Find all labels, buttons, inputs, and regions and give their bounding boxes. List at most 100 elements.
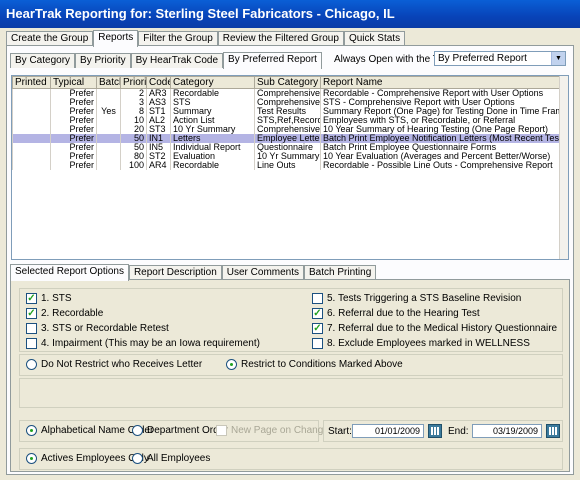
checkbox[interactable] <box>216 425 227 436</box>
table-row[interactable]: Prefer 50 IN1 Letters Employee Letter Batch P… <box>12 134 561 143</box>
col-code[interactable]: Code <box>146 76 171 89</box>
table-cell: Questionnaire <box>254 143 321 152</box>
table-cell: AL2 <box>146 116 171 125</box>
grid-scrollbar[interactable] <box>559 76 568 259</box>
active-employees-radio[interactable]: Actives Employees Only <box>26 453 149 464</box>
table-cell: Comprehensive <box>254 98 321 107</box>
col-priority[interactable]: Priority <box>120 76 147 89</box>
tab-selected-report-options[interactable]: Selected Report Options <box>10 264 129 281</box>
option-2[interactable]: ✓ 2. Recordable <box>26 308 103 319</box>
table-row[interactable]: Prefer 20 ST3 10 Yr Summary Comprehensive 10 … <box>12 125 561 134</box>
table-cell: Prefer <box>50 88 97 98</box>
option-3[interactable]: 3. STS or Recordable Retest <box>26 323 169 334</box>
table-cell <box>12 116 51 125</box>
tab-by-preferred-report[interactable]: By Preferred Report <box>223 52 322 69</box>
option-8[interactable]: 8. Exclude Employees marked in WELLNESS <box>312 338 530 349</box>
table-cell: Prefer <box>50 134 97 143</box>
checkbox-6[interactable]: ✓ <box>312 308 323 319</box>
radio-button[interactable] <box>26 453 37 464</box>
lower-tabs: Selected Report Options Report Descripti… <box>10 264 377 281</box>
checkbox-3[interactable] <box>26 323 37 334</box>
tab-by-heartrak-code[interactable]: By HearTrak Code <box>130 53 224 68</box>
table-cell: Prefer <box>50 107 97 116</box>
col-printed[interactable]: Printed <box>12 76 51 89</box>
col-report-name[interactable]: Report Name <box>320 76 561 89</box>
start-label: Start: <box>328 426 352 437</box>
calendar-icon[interactable] <box>428 424 442 438</box>
table-row[interactable]: Prefer 50 IN5 Individual Report Questionnair… <box>12 143 561 152</box>
tab-by-category[interactable]: By Category <box>10 53 76 68</box>
tab-reports[interactable]: Reports <box>93 30 139 47</box>
report-grid[interactable]: Printed Typical Batch Priority Code Cate… <box>11 75 569 260</box>
table-cell <box>12 88 51 98</box>
table-cell <box>96 88 121 98</box>
radio-button[interactable] <box>132 425 143 436</box>
new-page-checkbox[interactable]: New Page on Change <box>216 425 329 436</box>
table-cell: Prefer <box>50 143 97 152</box>
table-cell: 20 <box>120 125 147 134</box>
col-sub-category[interactable]: Sub Category <box>254 76 321 89</box>
radio-button[interactable] <box>26 359 37 370</box>
always-open-select[interactable]: By Preferred Report ▼ <box>434 51 566 66</box>
table-cell: STS,Ref,Record <box>254 116 321 125</box>
table-cell: AS3 <box>146 98 171 107</box>
report-tabs: By Category By Priority By HearTrak Code… <box>10 52 322 69</box>
tab-user-comments[interactable]: User Comments <box>221 265 305 280</box>
table-row[interactable]: Prefer 80 ST2 Evaluation 10 Yr Summary 10 Yea… <box>12 152 561 161</box>
tab-batch-printing[interactable]: Batch Printing <box>304 265 377 280</box>
table-cell <box>96 125 121 134</box>
checkbox-5[interactable] <box>312 293 323 304</box>
tab-report-description[interactable]: Report Description <box>128 265 222 280</box>
option-6[interactable]: ✓ 6. Referral due to the Hearing Test <box>312 308 480 319</box>
table-row[interactable]: Prefer 2 AR3 Recordable Comprehensive Recorda… <box>12 88 561 98</box>
table-row[interactable]: Prefer 100 AR4 Recordable Line Outs Recordabl… <box>12 161 561 170</box>
table-cell: Prefer <box>50 98 97 107</box>
table-cell: 80 <box>120 152 147 161</box>
table-row[interactable]: Prefer Yes 8 ST1 Summary Test Results Summary … <box>12 107 561 116</box>
tab-create-the-group[interactable]: Create the Group <box>6 31 94 46</box>
table-cell: ST2 <box>146 152 171 161</box>
calendar-icon[interactable] <box>546 424 560 438</box>
conditions-group: ✓ 1. STS ✓ 2. Recordable 3. STS or Recorda… <box>19 288 563 352</box>
col-batch[interactable]: Batch <box>96 76 121 89</box>
order-group: Alphabetical Name Order Department Order… <box>19 420 329 442</box>
table-cell: ST3 <box>146 125 171 134</box>
table-row[interactable]: Prefer 10 AL2 Action List STS,Ref,Record Empl… <box>12 116 561 125</box>
tab-review-filtered-group[interactable]: Review the Filtered Group <box>217 31 344 46</box>
radio-button[interactable] <box>26 425 37 436</box>
tab-by-priority[interactable]: By Priority <box>75 53 131 68</box>
all-employees-radio[interactable]: All Employees <box>132 453 210 464</box>
table-cell: Employees with STS, or Recordable, or Re… <box>320 116 561 125</box>
checkbox-1[interactable]: ✓ <box>26 293 37 304</box>
checkbox-2[interactable]: ✓ <box>26 308 37 319</box>
no-restrict-radio[interactable]: Do Not Restrict who Receives Letter <box>26 359 202 370</box>
table-cell <box>12 107 51 116</box>
department-order-radio[interactable]: Department Order <box>132 425 228 436</box>
checkbox-4[interactable] <box>26 338 37 349</box>
option-4[interactable]: 4. Impairment (This may be an Iowa requi… <box>26 338 260 349</box>
tab-quick-stats[interactable]: Quick Stats <box>343 31 406 46</box>
chevron-down-icon[interactable]: ▼ <box>551 52 565 65</box>
table-cell: AR4 <box>146 161 171 170</box>
tab-filter-the-group[interactable]: Filter the Group <box>138 31 218 46</box>
table-row[interactable]: Prefer 3 AS3 STS Comprehensive STS - Comprehe… <box>12 98 561 107</box>
radio-button[interactable] <box>226 359 237 370</box>
table-cell: 100 <box>120 161 147 170</box>
date-group: Start: 01/01/2009 End: 03/19/2009 <box>323 420 563 442</box>
checkbox-7[interactable]: ✓ <box>312 323 323 334</box>
table-cell: Prefer <box>50 152 97 161</box>
table-cell: Batch Print Employee Questionnaire Forms <box>320 143 561 152</box>
table-cell: 8 <box>120 107 147 116</box>
col-typical[interactable]: Typical <box>50 76 97 89</box>
option-1[interactable]: ✓ 1. STS <box>26 293 72 304</box>
col-category[interactable]: Category <box>170 76 255 89</box>
table-cell: STS - Comprehensive Report with User Opt… <box>320 98 561 107</box>
option-7[interactable]: ✓ 7. Referral due to the Medical History … <box>312 323 557 334</box>
table-cell: ST1 <box>146 107 171 116</box>
checkbox-8[interactable] <box>312 338 323 349</box>
option-5[interactable]: 5. Tests Triggering a STS Baseline Revis… <box>312 293 521 304</box>
start-date-field[interactable]: 01/01/2009 <box>352 424 424 438</box>
radio-button[interactable] <box>132 453 143 464</box>
restrict-radio[interactable]: Restrict to Conditions Marked Above <box>226 359 403 370</box>
end-date-field[interactable]: 03/19/2009 <box>472 424 542 438</box>
